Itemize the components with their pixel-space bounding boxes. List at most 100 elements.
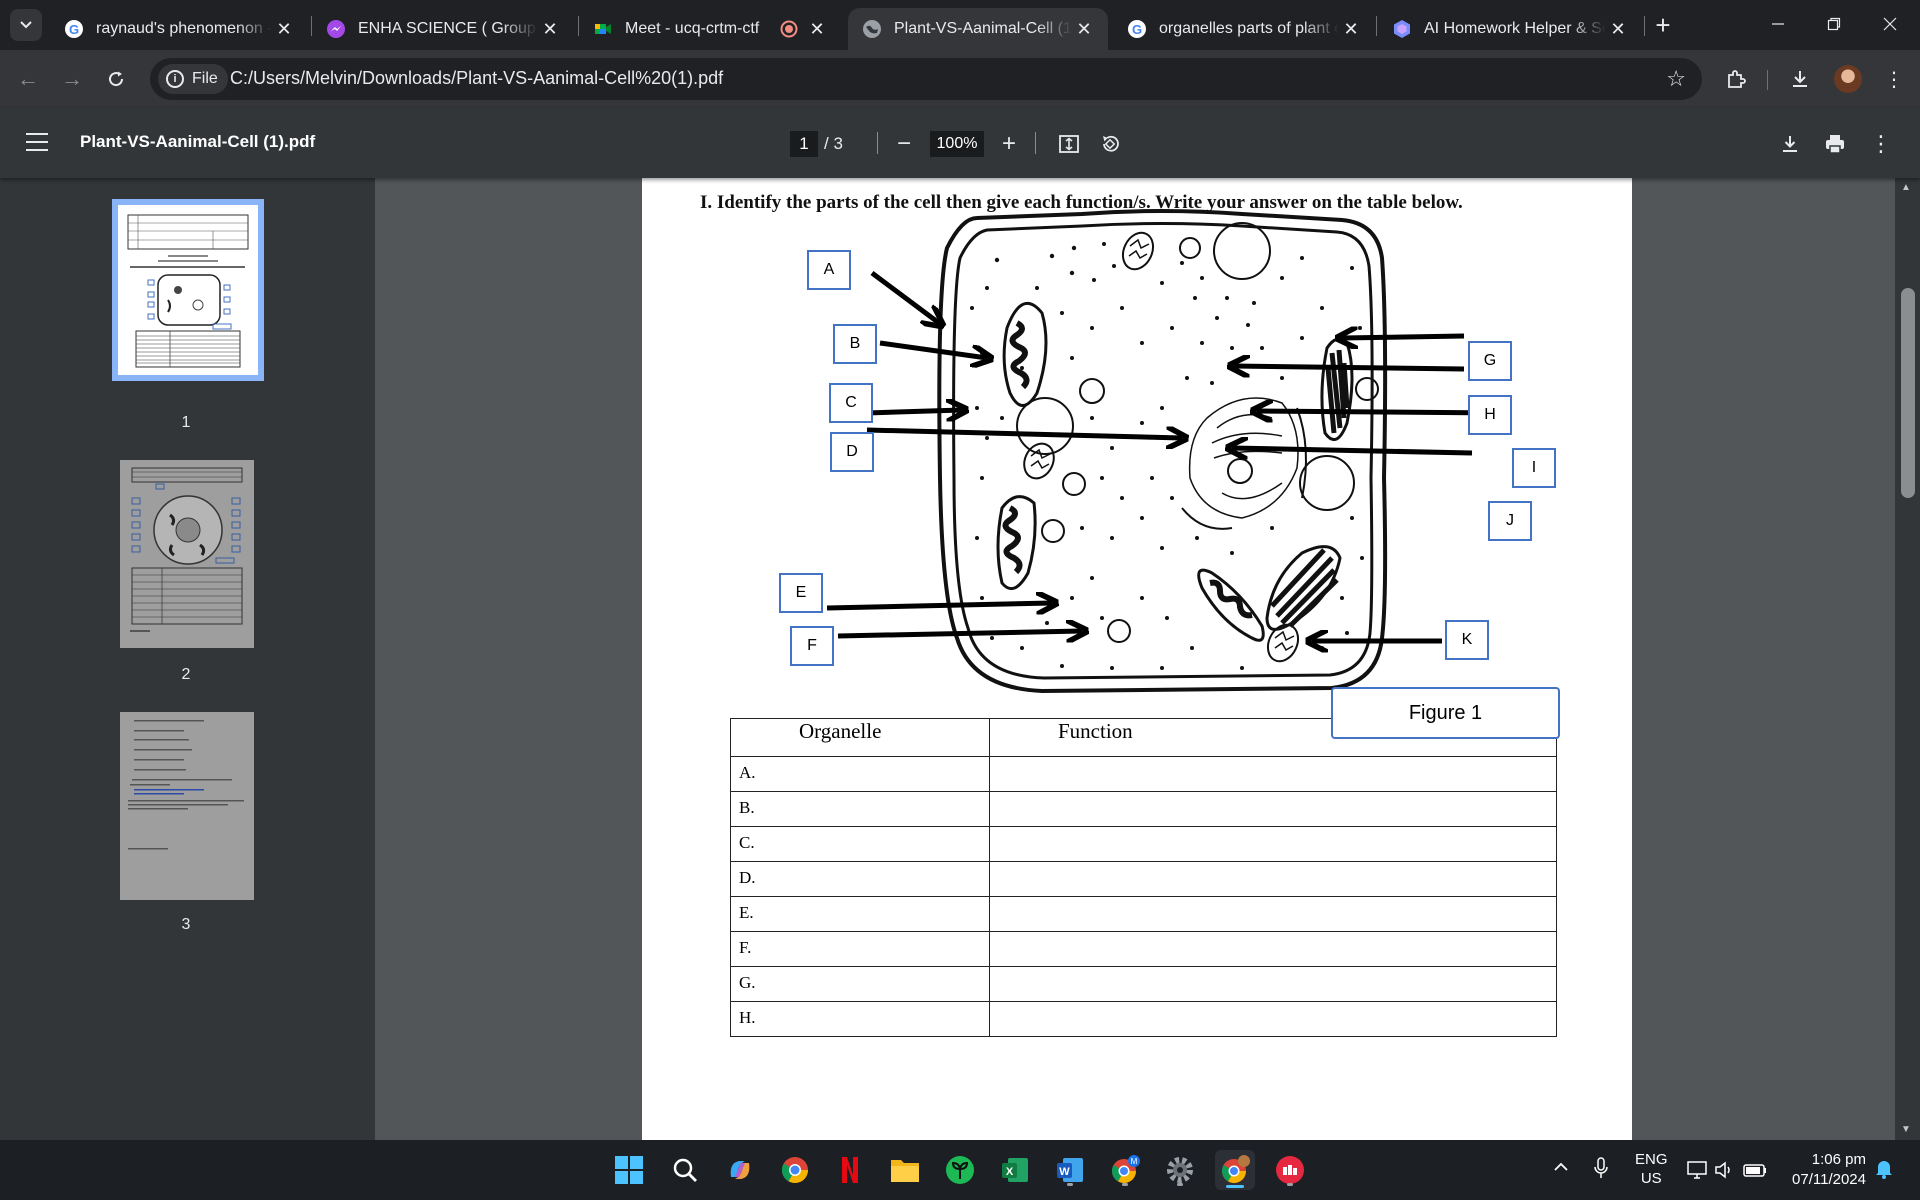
thumbnail-page-1[interactable] <box>112 199 264 381</box>
function-cell[interactable] <box>989 1001 1557 1037</box>
zoom-out-button[interactable]: − <box>889 129 919 159</box>
tab-raynauds[interactable]: G raynaud's phenomenon - G ✕ <box>50 8 308 50</box>
table-row: C. <box>730 826 1557 862</box>
label-d: D <box>830 432 874 472</box>
copilot-button[interactable] <box>720 1150 760 1190</box>
extensions-button[interactable] <box>1720 63 1752 95</box>
site-info-chip[interactable]: i File <box>158 64 228 94</box>
quick-settings[interactable] <box>1686 1158 1768 1186</box>
pdf-more-button[interactable]: ⋮ <box>1866 129 1896 159</box>
back-button[interactable]: ← <box>12 63 44 95</box>
reload-button[interactable] <box>100 63 132 95</box>
url-text[interactable]: C:/Users/Melvin/Downloads/Plant-VS-Aanim… <box>230 68 723 89</box>
new-tab-button[interactable]: + <box>1648 10 1678 40</box>
address-bar[interactable]: i File C:/Users/Melvin/Downloads/Plant-V… <box>150 58 1702 100</box>
tab-separator <box>1376 16 1377 36</box>
active-indicator <box>1226 1185 1244 1188</box>
running-indicator <box>1122 1183 1128 1186</box>
menu-button[interactable]: ⋮ <box>1878 63 1910 95</box>
zoom-input[interactable]: 100% <box>930 131 984 157</box>
page-number-input[interactable]: 1 <box>790 131 818 157</box>
row-label: H. <box>730 1001 990 1037</box>
rotate-button[interactable] <box>1095 129 1125 159</box>
google-icon: G <box>1127 19 1147 39</box>
taskbar-app-green[interactable] <box>940 1150 980 1190</box>
table-row: D. <box>730 861 1557 897</box>
taskbar-app-red[interactable] <box>1270 1150 1310 1190</box>
recording-icon <box>779 19 799 39</box>
thumbnail-page-3[interactable] <box>120 712 254 900</box>
language-indicator[interactable]: ENG US <box>1635 1150 1668 1188</box>
taskbar-chrome-profile-m[interactable]: M <box>1105 1150 1145 1190</box>
tab-meet[interactable]: Meet - ucq-crtm-ctf ✕ <box>579 8 841 50</box>
more-vert-icon: ⋮ <box>1884 68 1904 91</box>
clock[interactable]: 1:06 pm 07/11/2024 <box>1778 1150 1866 1190</box>
svg-text:G: G <box>69 22 79 37</box>
label-b: B <box>833 324 877 364</box>
taskbar-search-button[interactable] <box>665 1150 705 1190</box>
taskbar-file-explorer[interactable] <box>885 1150 925 1190</box>
close-tab-icon[interactable]: ✕ <box>272 17 296 41</box>
function-cell[interactable] <box>989 931 1557 967</box>
hamburger-menu-icon[interactable] <box>26 133 48 151</box>
chrome-icon <box>781 1157 809 1184</box>
close-tab-icon[interactable]: ✕ <box>1339 17 1363 41</box>
forward-button[interactable]: → <box>56 63 88 95</box>
scroll-down-icon[interactable]: ▼ <box>1901 1124 1911 1135</box>
messenger-icon <box>326 19 346 39</box>
minimize-button[interactable] <box>1750 0 1806 48</box>
function-cell[interactable] <box>989 826 1557 862</box>
show-hidden-icons[interactable] <box>1553 1160 1569 1177</box>
taskbar-settings[interactable] <box>1160 1150 1200 1190</box>
zoom-in-button[interactable]: + <box>994 129 1024 159</box>
function-cell[interactable] <box>989 756 1557 792</box>
taskbar-excel[interactable]: X <box>995 1150 1035 1190</box>
row-label: D. <box>730 861 990 897</box>
row-label: B. <box>730 791 990 827</box>
vertical-scrollbar[interactable]: ▲ ▼ <box>1895 178 1920 1140</box>
tab-enha-science[interactable]: ENHA SCIENCE ( Group 5 ) ✕ <box>312 8 574 50</box>
start-button[interactable] <box>609 1150 649 1190</box>
gear-icon <box>1167 1157 1193 1183</box>
notifications-button[interactable] <box>1874 1158 1894 1184</box>
tab-title: AI Homework Helper & So <box>1424 20 1606 37</box>
tab-ai-homework[interactable]: AI Homework Helper & So ✕ <box>1378 8 1642 50</box>
pdf-download-button[interactable] <box>1775 129 1805 159</box>
label-a: A <box>807 250 851 290</box>
fit-page-button[interactable] <box>1054 129 1084 159</box>
tab-organelles[interactable]: G organelles parts of plant ce ✕ <box>1113 8 1375 50</box>
microphone-button[interactable] <box>1593 1156 1609 1184</box>
label-c: C <box>829 383 873 423</box>
arrow-f <box>837 631 1082 636</box>
close-tab-icon[interactable]: ✕ <box>805 17 829 41</box>
close-tab-icon[interactable]: ✕ <box>1606 17 1630 41</box>
print-button[interactable] <box>1820 129 1850 159</box>
profile-avatar[interactable] <box>1834 65 1862 93</box>
restore-button[interactable] <box>1806 0 1862 48</box>
bookmark-star-icon[interactable]: ☆ <box>1666 66 1686 92</box>
running-indicator <box>1067 1183 1073 1186</box>
function-cell[interactable] <box>989 896 1557 932</box>
tab-search-button[interactable] <box>10 9 42 41</box>
row-label: F. <box>730 931 990 967</box>
downloads-button[interactable] <box>1784 63 1816 95</box>
taskbar-chrome[interactable] <box>775 1150 815 1190</box>
arrow-b <box>879 340 987 358</box>
tab-pdf-active[interactable]: Plant-VS-Aanimal-Cell (1).pdf ✕ <box>848 8 1108 50</box>
function-cell[interactable] <box>989 966 1557 1002</box>
app-icon <box>1276 1156 1304 1184</box>
close-tab-icon[interactable]: ✕ <box>538 17 562 41</box>
pdf-document-view[interactable]: I. Identify the parts of the cell then g… <box>375 178 1895 1140</box>
taskbar-netflix[interactable] <box>830 1150 870 1190</box>
function-cell[interactable] <box>989 791 1557 827</box>
taskbar-chrome-active[interactable] <box>1215 1150 1255 1190</box>
thumbnail-page-2[interactable] <box>120 460 254 648</box>
scrollbar-thumb[interactable] <box>1901 288 1915 498</box>
table-row: G. <box>730 966 1557 1002</box>
function-cell[interactable] <box>989 861 1557 897</box>
taskbar-word[interactable]: W <box>1050 1150 1090 1190</box>
close-tab-icon[interactable]: ✕ <box>1072 17 1096 41</box>
scroll-up-icon[interactable]: ▲ <box>1901 182 1911 193</box>
close-window-button[interactable] <box>1862 0 1918 48</box>
arrow-right-icon: → <box>61 66 83 91</box>
